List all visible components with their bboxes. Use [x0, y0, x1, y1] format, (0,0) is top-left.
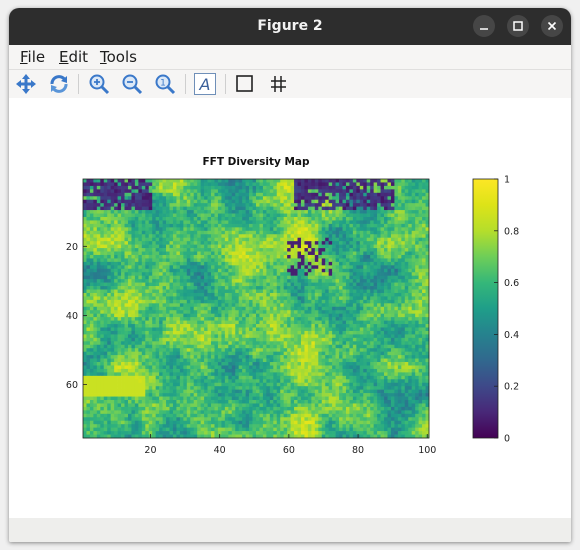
y-tick-label: 60	[66, 380, 78, 391]
figure-window: Figure 2 File Edit Tools 1 A FFT Diversi…	[9, 8, 571, 542]
colorbar	[472, 178, 499, 439]
colorbar-tick-label: 0	[504, 434, 510, 445]
colorbar-tick-label: 0.4	[504, 330, 519, 341]
maximize-icon	[513, 21, 523, 31]
colorbar-tick-label: 0.2	[504, 382, 519, 393]
toolbar-separator	[185, 74, 186, 94]
status-bar	[9, 518, 571, 542]
rotate-icon	[50, 75, 68, 93]
x-tick-label: 20	[144, 445, 156, 456]
text-insert-icon: A	[194, 73, 216, 95]
zoom-out-icon	[122, 74, 143, 95]
svg-text:A: A	[199, 75, 211, 94]
title-bar[interactable]: Figure 2	[9, 8, 571, 45]
axes-box-icon	[236, 75, 253, 92]
zoom-reset-icon: 1	[155, 74, 176, 95]
menu-edit[interactable]: Edit	[59, 48, 88, 66]
toolbar-separator	[225, 74, 226, 94]
y-tick-label: 40	[66, 311, 78, 322]
axes-box-button[interactable]	[232, 72, 258, 96]
heatmap-cells	[83, 179, 430, 439]
x-tick-label: 80	[352, 445, 364, 456]
colorbar-tick-label: 0.6	[504, 278, 519, 289]
menu-file[interactable]: File	[20, 48, 45, 66]
text-insert-button[interactable]: A	[192, 72, 218, 96]
x-tick-label: 40	[214, 445, 226, 456]
y-tick-label: 20	[66, 242, 78, 253]
x-tick-label: 60	[283, 445, 295, 456]
menu-bar: File Edit Tools	[9, 45, 571, 69]
pan-icon	[16, 74, 36, 94]
figure-toolbar: 1 A	[9, 69, 571, 99]
maximize-button[interactable]	[507, 15, 529, 37]
zoom-reset-button[interactable]: 1	[152, 72, 178, 96]
figure-canvas[interactable]: FFT Diversity Map 20 40 60 80 100 20 40 60 0 0.…	[9, 98, 571, 518]
pan-button[interactable]	[13, 72, 39, 96]
zoom-in-icon	[89, 74, 110, 95]
chart-title: FFT Diversity Map	[202, 156, 310, 168]
colorbar-tick-label: 0.8	[504, 226, 519, 237]
close-icon	[547, 21, 557, 31]
x-tick-label: 100	[418, 445, 436, 456]
menu-tools[interactable]: Tools	[100, 48, 137, 66]
minimize-button[interactable]	[473, 15, 495, 37]
svg-text:1: 1	[160, 79, 166, 89]
rotate-button[interactable]	[46, 72, 72, 96]
minimize-icon	[480, 28, 488, 30]
zoom-in-button[interactable]	[86, 72, 112, 96]
zoom-out-button[interactable]	[119, 72, 145, 96]
grid-button[interactable]	[266, 72, 292, 96]
plot-svg: FFT Diversity Map 20 40 60 80 100 20 40 60 0 0.…	[66, 156, 519, 456]
toolbar-separator	[78, 74, 79, 94]
close-button[interactable]	[541, 15, 563, 37]
colorbar-tick-label: 1	[504, 175, 510, 186]
grid-icon	[271, 76, 286, 92]
